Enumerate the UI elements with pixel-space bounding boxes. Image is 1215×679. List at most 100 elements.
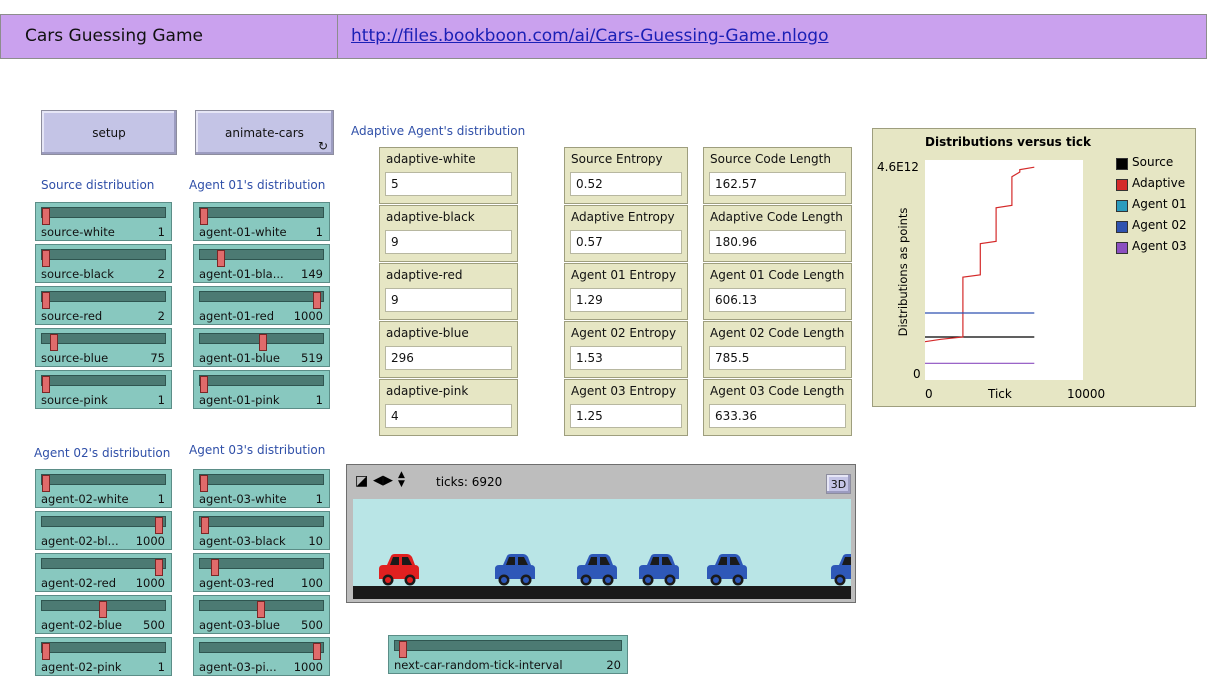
view-toggle-icon[interactable]: ◪ [355,474,368,488]
adaptive-input-4-value[interactable]: 4 [385,404,512,428]
agent01-4-slider-track[interactable] [199,375,324,393]
source-0-slider-track[interactable] [41,207,166,225]
code-length-monitor-2-label: Agent 01 Code Length [710,268,845,282]
adaptive-input-2[interactable]: adaptive-red 9 [379,263,518,320]
agent01-0-slider[interactable]: agent-01-white 1 [193,202,330,241]
agent01-3-slider-track[interactable] [199,333,324,351]
agent02-4-slider-label: agent-02-pink [41,660,122,674]
agent02-1-slider-thumb[interactable] [155,517,163,534]
source-1-slider[interactable]: source-black 2 [35,244,172,283]
adaptive-input-1[interactable]: adaptive-black 9 [379,205,518,262]
agent01-4-slider-value: 1 [315,393,323,407]
agent02-4-slider-track[interactable] [41,642,166,660]
view-3d-button[interactable]: 3D [826,474,851,494]
agent03-1-slider-label: agent-03-black [199,534,286,548]
agent02-4-slider-thumb[interactable] [42,643,50,660]
source-4-slider-track[interactable] [41,375,166,393]
next-car-interval-slider[interactable]: next-car-random-tick-interval 20 [388,635,628,674]
adaptive-input-4[interactable]: adaptive-pink 4 [379,379,518,436]
agent02-2-slider[interactable]: agent-02-red 1000 [35,553,172,592]
agent01-4-slider-thumb[interactable] [200,376,208,393]
adaptive-input-0-value[interactable]: 5 [385,172,512,196]
animate-cars-button[interactable]: animate-cars ↻ [195,110,334,155]
next-car-interval-slider-track[interactable] [394,640,622,658]
source-1-slider-thumb[interactable] [42,250,50,267]
source-0-slider-thumb[interactable] [42,208,50,225]
agent02-0-slider-track[interactable] [41,474,166,492]
entropy-monitor-3-label: Agent 02 Entropy [571,326,677,340]
adaptive-input-0[interactable]: adaptive-white 5 [379,147,518,204]
agent03-3-slider-track[interactable] [199,600,324,618]
distribution-plot: Distributions versus tick 4.6E12 0 0 100… [872,128,1196,407]
adaptive-input-1-value[interactable]: 9 [385,230,512,254]
code-length-monitor-4-label: Agent 03 Code Length [710,384,845,398]
source-3-slider[interactable]: source-blue 75 [35,328,172,367]
source-2-slider-track[interactable] [41,291,166,309]
agent03-2-slider[interactable]: agent-03-red 100 [193,553,330,592]
agent02-3-slider[interactable]: agent-02-blue 500 [35,595,172,634]
agent01-2-slider-thumb[interactable] [313,292,321,309]
agent03-0-slider-track[interactable] [199,474,324,492]
agent03-1-slider-track[interactable] [199,516,324,534]
agent02-3-slider-track[interactable] [41,600,166,618]
agent01-1-slider-thumb[interactable] [217,250,225,267]
agent02-4-slider[interactable]: agent-02-pink 1 [35,637,172,676]
animate-cars-button-label: animate-cars [225,126,304,140]
agent01-2-slider[interactable]: agent-01-red 1000 [193,286,330,325]
agent03-1-slider[interactable]: agent-03-black 10 [193,511,330,550]
agent03-2-slider-track[interactable] [199,558,324,576]
adaptive-input-1-label: adaptive-black [386,210,475,224]
agent01-0-slider-value: 1 [315,225,323,239]
agent02-2-slider-track[interactable] [41,558,166,576]
adaptive-input-2-value[interactable]: 9 [385,288,512,312]
world-canvas [353,499,851,599]
agent02-1-slider[interactable]: agent-02-bl... 1000 [35,511,172,550]
source-0-slider-value: 1 [157,225,165,239]
code-length-monitor-0-label: Source Code Length [710,152,831,166]
agent03-4-slider-track[interactable] [199,642,324,660]
agent03-1-slider-thumb[interactable] [201,517,209,534]
agent01-0-slider-track[interactable] [199,207,324,225]
agent03-3-slider-thumb[interactable] [257,601,265,618]
adaptive-input-3-value[interactable]: 296 [385,346,512,370]
source-1-slider-track[interactable] [41,249,166,267]
source-0-slider[interactable]: source-white 1 [35,202,172,241]
source-4-slider-thumb[interactable] [42,376,50,393]
agent02-2-slider-thumb[interactable] [155,559,163,576]
source-2-slider-thumb[interactable] [42,292,50,309]
world-scene [353,499,851,599]
agent03-4-slider-value: 1000 [293,660,323,674]
agent02-0-slider-thumb[interactable] [42,475,50,492]
agent01-1-slider[interactable]: agent-01-bla... 149 [193,244,330,283]
adaptive-input-3[interactable]: adaptive-blue 296 [379,321,518,378]
agent01-4-slider[interactable]: agent-01-pink 1 [193,370,330,409]
agent01-1-slider-track[interactable] [199,249,324,267]
agent03-0-slider[interactable]: agent-03-white 1 [193,469,330,508]
agent03-4-slider-thumb[interactable] [313,643,321,660]
agent03-0-slider-thumb[interactable] [200,475,208,492]
source-3-slider-thumb[interactable] [50,334,58,351]
agent02-0-slider[interactable]: agent-02-white 1 [35,469,172,508]
source-3-slider-track[interactable] [41,333,166,351]
view-arrows-horizontal-icon[interactable]: ◀▶ [373,474,393,488]
source-2-slider[interactable]: source-red 2 [35,286,172,325]
agent02-3-slider-thumb[interactable] [99,601,107,618]
agent02-2-slider-value: 1000 [135,576,165,590]
legend-swatch [1116,179,1128,191]
model-link[interactable]: http://files.bookboon.com/ai/Cars-Guessi… [338,15,1211,58]
next-car-interval-slider-thumb[interactable] [399,641,407,658]
source-4-slider[interactable]: source-pink 1 [35,370,172,409]
agent01-0-slider-thumb[interactable] [200,208,208,225]
legend-swatch [1116,242,1128,254]
agent01-3-slider[interactable]: agent-01-blue 519 [193,328,330,367]
agent03-2-slider-thumb[interactable] [211,559,219,576]
agent01-2-slider-track[interactable] [199,291,324,309]
agent01-3-slider-thumb[interactable] [259,334,267,351]
setup-button[interactable]: setup [41,110,177,155]
agent03-0-slider-value: 1 [315,492,323,506]
agent03-3-slider[interactable]: agent-03-blue 500 [193,595,330,634]
view-arrows-vertical-icon[interactable]: ▲ ▼ [398,471,405,489]
agent03-4-slider[interactable]: agent-03-pi... 1000 [193,637,330,676]
agent03-3-slider-label: agent-03-blue [199,618,281,632]
agent02-1-slider-track[interactable] [41,516,166,534]
